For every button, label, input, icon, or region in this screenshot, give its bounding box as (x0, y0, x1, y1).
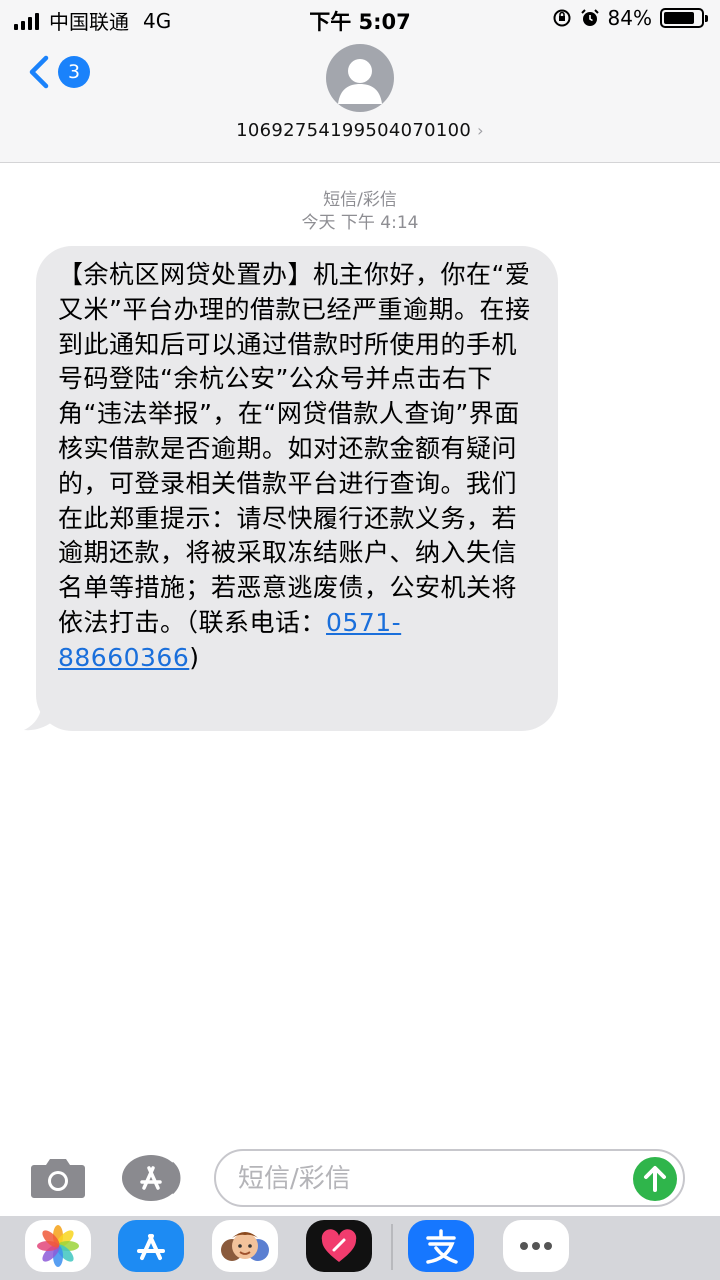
drawer-divider (391, 1224, 393, 1270)
unread-badge: 3 (58, 56, 90, 88)
contact-number: 1069275419950407010​0 (236, 120, 472, 141)
chevron-right-icon: › (477, 121, 484, 140)
photos-app-icon[interactable] (25, 1220, 91, 1272)
memoji-icon[interactable] (212, 1220, 278, 1272)
message-input[interactable] (236, 1159, 620, 1199)
person-icon (338, 59, 382, 104)
message-end: ) (189, 642, 200, 672)
imessage-app-drawer (0, 1216, 720, 1280)
alarm-icon (580, 9, 599, 26)
chevron-left-icon (29, 55, 49, 89)
send-button[interactable] (633, 1157, 677, 1201)
compose-bar (0, 1140, 720, 1216)
incoming-message-bubble[interactable]: 【余杭区网贷处置办】机主你好，你在“爱又米”平台办理的借款已经严重逾期。在接到此… (36, 246, 558, 731)
more-apps-icon[interactable] (503, 1220, 569, 1272)
back-button[interactable]: 3 (20, 52, 90, 92)
message-text: 【余杭区网贷处置办】机主你好，你在“爱又米”平台办理的借款已经严重逾期。在接到此… (58, 260, 531, 637)
app-store-button-icon[interactable] (122, 1155, 184, 1201)
battery-percent: 84% (607, 6, 652, 30)
service-label: 短信/彩信 (323, 190, 397, 210)
message-timestamp: 今天 下午 4:14 (301, 213, 419, 233)
battery-icon (660, 8, 708, 28)
status-bar: 中国联通 4G 下午 5:07 84% (0, 0, 720, 36)
conversation-header: 3 1069275419950407010​0 › (0, 36, 720, 163)
digital-touch-icon[interactable] (306, 1220, 372, 1272)
orientation-lock-icon (553, 9, 571, 27)
contact-avatar[interactable] (326, 44, 394, 112)
status-right: 84% (552, 6, 708, 30)
app-store-icon[interactable] (118, 1220, 184, 1272)
contact-name-button[interactable]: 1069275419950407010​0 › (0, 120, 720, 141)
message-input-field[interactable] (214, 1149, 685, 1207)
alipay-icon[interactable] (408, 1220, 474, 1272)
arrow-up-icon (644, 1166, 666, 1192)
camera-icon[interactable] (30, 1157, 86, 1199)
